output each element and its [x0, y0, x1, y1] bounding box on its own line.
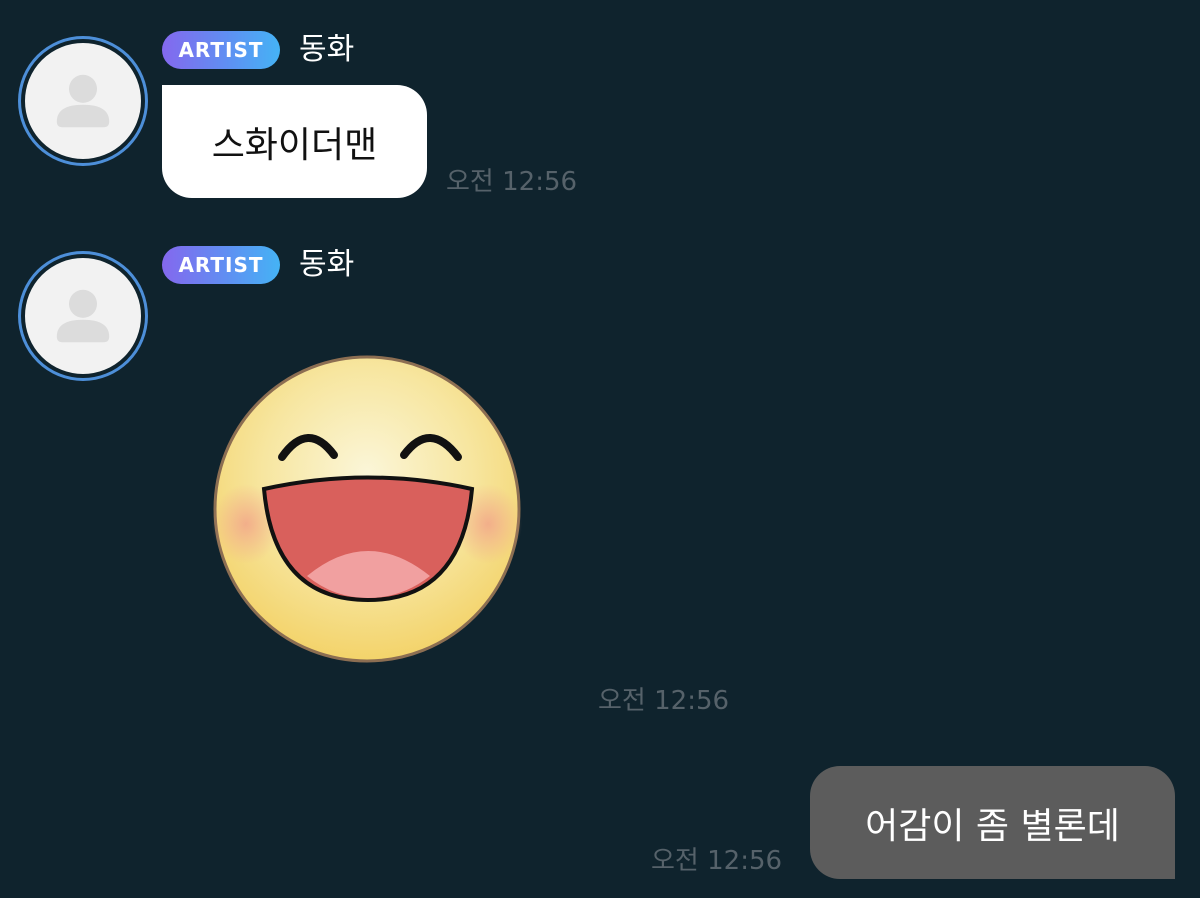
message-timestamp: 오전 12:56: [651, 846, 783, 876]
sender-avatar[interactable]: [21, 39, 145, 163]
default-user-icon: [56, 74, 110, 128]
artist-badge: ARTIST: [162, 246, 280, 284]
message-timestamp: 오전 12:56: [446, 167, 578, 197]
sender-name[interactable]: 동화: [299, 30, 354, 70]
chat-thread: ARTIST 동화 스화이더맨 오전 12:56 ARTIST 동화 오전 12…: [0, 0, 1200, 898]
laughing-face-sticker[interactable]: [212, 354, 522, 664]
message-timestamp: 오전 12:56: [598, 686, 730, 716]
message-bubble[interactable]: 스화이더맨: [162, 85, 427, 198]
sender-name[interactable]: 동화: [299, 245, 354, 285]
default-user-icon: [56, 289, 110, 343]
artist-badge: ARTIST: [162, 31, 280, 69]
my-message-bubble[interactable]: 어감이 좀 별론데: [810, 766, 1175, 879]
sender-avatar[interactable]: [21, 254, 145, 378]
